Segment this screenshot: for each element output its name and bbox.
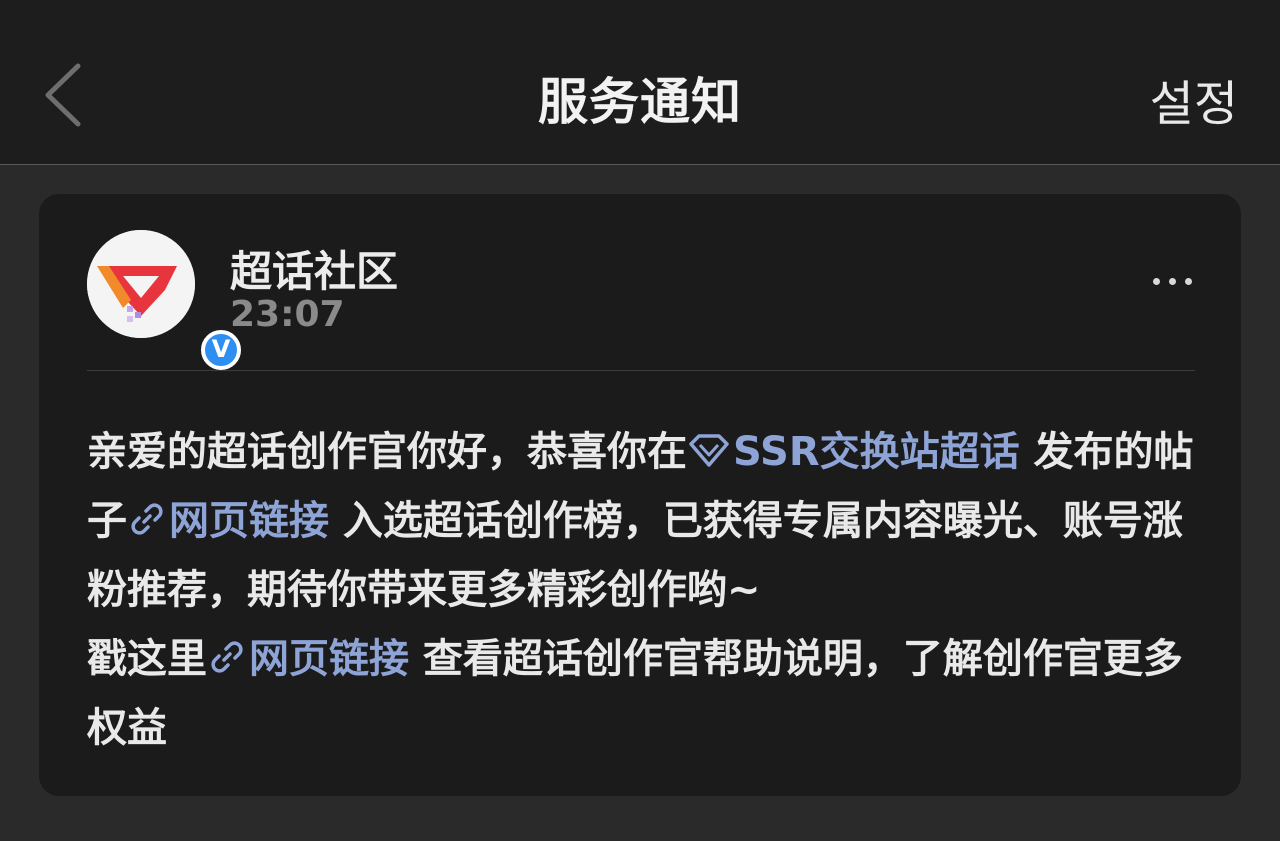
web-link[interactable]: 网页链接 [127, 498, 329, 544]
message-text: 亲爱的超话创作官你好，恭喜你在 [87, 429, 687, 475]
notification-card: V 超话社区 23:07 亲爱的超话创作官你好，恭喜你在 SSR交换站超话 发布的… [39, 194, 1241, 796]
page-title: 服务通知 [538, 73, 742, 131]
settings-button[interactable]: 설정 [1150, 64, 1238, 134]
message-timestamp: 23:07 [230, 294, 345, 335]
help-web-link-label: 网页链接 [249, 636, 409, 682]
more-options-button[interactable] [1147, 266, 1197, 296]
more-dots-icon [1153, 278, 1160, 285]
top-navigation-bar: 服务通知 설정 [0, 0, 1280, 165]
diamond-icon [689, 434, 729, 467]
web-link-label: 网页链接 [169, 498, 329, 544]
link-chain-icon [211, 641, 243, 673]
topic-link-label: SSR交换站超话 [733, 429, 1020, 475]
notification-message: 亲爱的超话创作官你好，恭喜你在 SSR交换站超话 发布的帖子 网页链接 入选超话创作… [87, 418, 1203, 763]
message-text: 戳这里 [87, 636, 207, 682]
super-topic-logo-icon [87, 230, 195, 338]
divider [87, 370, 1195, 371]
verified-badge: V [201, 330, 241, 370]
avatar[interactable]: V [87, 230, 241, 370]
topic-link[interactable]: SSR交换站超话 [687, 429, 1020, 475]
help-web-link[interactable]: 网页链接 [207, 636, 409, 682]
link-chain-icon [131, 503, 163, 535]
sender-name: 超话社区 [230, 247, 399, 296]
